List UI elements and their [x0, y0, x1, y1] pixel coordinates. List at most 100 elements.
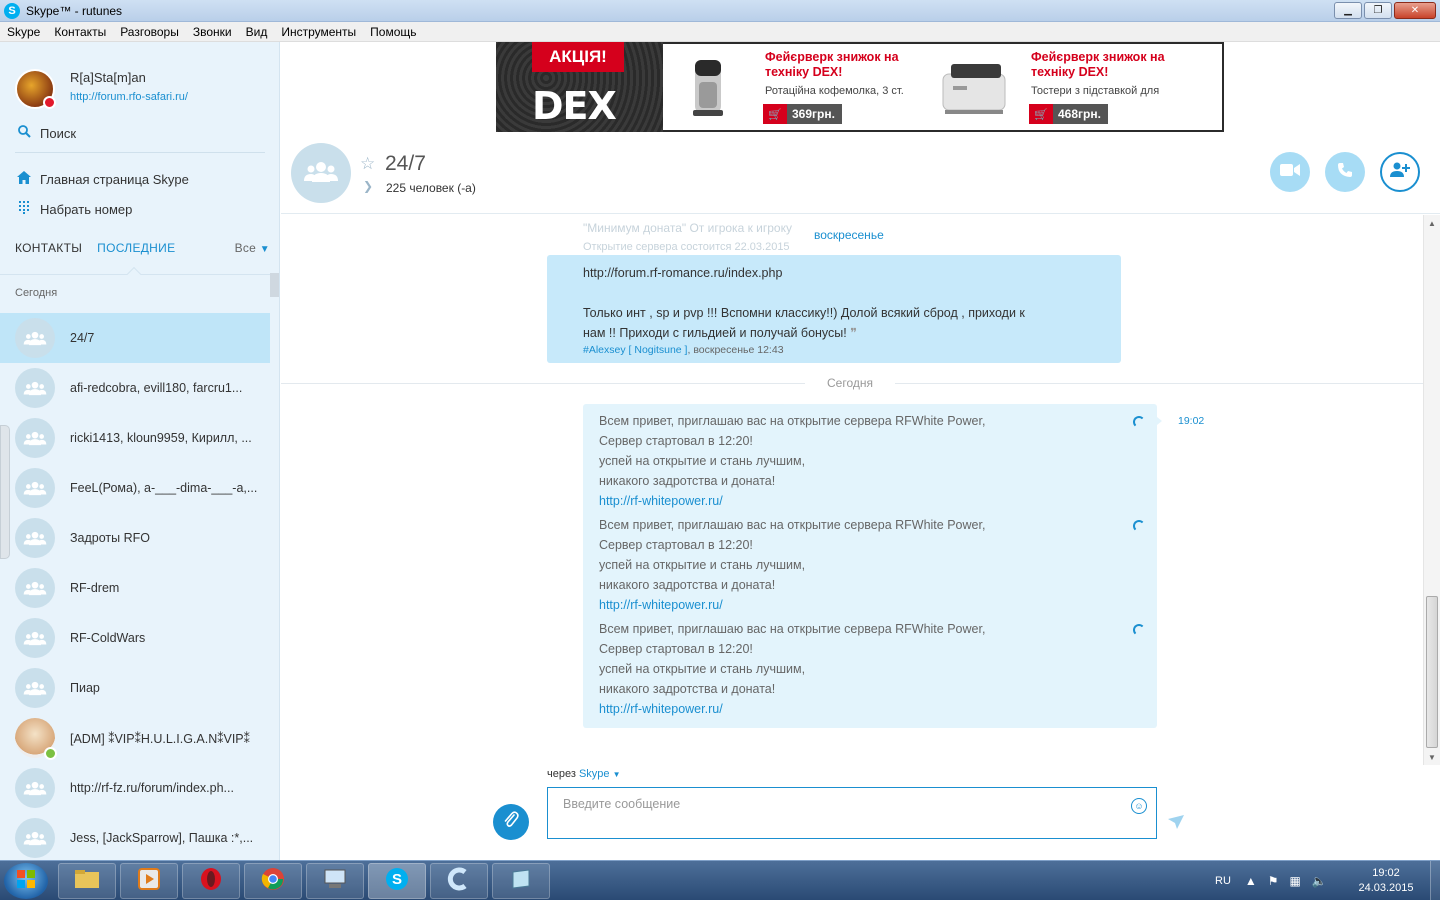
- video-call-button[interactable]: [1270, 152, 1310, 192]
- home-icon: [15, 171, 33, 187]
- flag-icon[interactable]: ⚑: [1268, 874, 1279, 888]
- skype-icon: S: [385, 867, 409, 896]
- system-clock[interactable]: 19:02 24.03.2015: [1352, 866, 1420, 896]
- menu-calls[interactable]: Звонки: [193, 25, 232, 39]
- filter-dropdown[interactable]: Все ▼: [235, 241, 270, 255]
- conversation-item[interactable]: RF-drem: [0, 563, 270, 613]
- taskbar-app[interactable]: [430, 863, 488, 899]
- member-count[interactable]: 225 человек (-а): [386, 181, 476, 195]
- group-avatar[interactable]: [291, 143, 351, 203]
- dial-number-link[interactable]: Набрать номер: [15, 201, 132, 217]
- profile-mood[interactable]: http://forum.rfo-safari.ru/: [70, 91, 188, 103]
- chrome-icon: [261, 867, 285, 896]
- conversation-item[interactable]: ricki1413, kloun9959, Кирилл, ...: [0, 413, 270, 463]
- send-via-selector[interactable]: через Skype ▼: [547, 768, 621, 780]
- message-link[interactable]: http://rf-whitepower.ru/: [599, 595, 1119, 615]
- show-desktop-button[interactable]: [1430, 861, 1440, 900]
- message-link[interactable]: http://rf-whitepower.ru/: [599, 699, 1119, 719]
- window-title: Skype™ - rutunes: [26, 3, 123, 18]
- group-icon: [15, 318, 55, 358]
- ad-banner[interactable]: АКЦІЯ! DEX Фейєрверк знижок на техніку D…: [496, 42, 1224, 132]
- conversation-item[interactable]: 24/7: [0, 313, 270, 363]
- taskbar-opera[interactable]: [182, 863, 240, 899]
- message-compose-box[interactable]: ☺: [547, 787, 1157, 839]
- profile-name[interactable]: R[a]Sta[m]an: [70, 70, 146, 85]
- tab-recent[interactable]: ПОСЛЕДНИЕ: [97, 241, 175, 255]
- message[interactable]: Всем привет, приглашаю вас на открытие с…: [599, 619, 1119, 719]
- conversation-item[interactable]: afi-redcobra, evill180, farcru1...: [0, 363, 270, 413]
- message-history[interactable]: "Минимум доната" От игрока к игроку Откр…: [281, 215, 1423, 765]
- tab-contacts[interactable]: КОНТАКТЫ: [15, 241, 82, 255]
- conversation-item[interactable]: RF-ColdWars: [0, 613, 270, 663]
- sidebar-collapse-handle[interactable]: [0, 425, 10, 559]
- favorite-star-icon[interactable]: ☆: [360, 154, 375, 174]
- taskbar-chrome[interactable]: [244, 863, 302, 899]
- message-bubble-outgoing[interactable]: Всем привет, приглашаю вас на открытие с…: [583, 404, 1157, 728]
- profile-avatar[interactable]: [15, 69, 56, 109]
- conversation-item[interactable]: http://rf-fz.ru/forum/index.ph...: [0, 763, 270, 813]
- group-icon: [15, 818, 55, 858]
- minimize-button[interactable]: ▁: [1334, 2, 1362, 19]
- media-player-icon: [138, 867, 160, 895]
- conversation-name: http://rf-fz.ru/forum/index.ph...: [70, 781, 234, 795]
- conversation-item[interactable]: FeeL(Рома), a-___-dima-___-a,...: [0, 463, 270, 513]
- menu-help[interactable]: Помощь: [370, 25, 416, 39]
- chevron-right-icon[interactable]: ❯: [363, 179, 373, 193]
- chevron-down-icon: ▼: [259, 244, 270, 255]
- close-button[interactable]: ✕: [1394, 2, 1436, 19]
- taskbar-explorer[interactable]: [58, 863, 116, 899]
- ad-price-tag[interactable]: 🛒 369грн.: [763, 104, 842, 124]
- via-service[interactable]: Skype: [579, 768, 610, 780]
- menu-tools[interactable]: Инструменты: [281, 25, 356, 39]
- skype-home-link[interactable]: Главная страница Skype: [15, 171, 189, 187]
- send-icon[interactable]: [1168, 815, 1184, 832]
- attach-button[interactable]: [493, 804, 529, 840]
- message-author[interactable]: #Alexsey [ Nogitsune ]: [583, 344, 687, 356]
- title-bar: S Skype™ - rutunes ▁ ❐ ✕: [0, 0, 1440, 22]
- taskbar-media-player[interactable]: [120, 863, 178, 899]
- scroll-thumb[interactable]: [1426, 596, 1438, 748]
- menu-conversations[interactable]: Разговоры: [120, 25, 179, 39]
- add-people-button[interactable]: [1380, 152, 1420, 192]
- menu-contacts[interactable]: Контакты: [54, 25, 106, 39]
- taskbar-notepad[interactable]: [492, 863, 550, 899]
- computer-icon: [323, 868, 347, 895]
- group-icon: [15, 568, 55, 608]
- voice-call-button[interactable]: [1325, 152, 1365, 192]
- tray-expand-icon[interactable]: ▲: [1245, 874, 1257, 888]
- message[interactable]: Всем привет, приглашаю вас на открытие с…: [599, 515, 1119, 615]
- message[interactable]: Всем привет, приглашаю вас на открытие с…: [599, 411, 1119, 511]
- message-meta: #Alexsey [ Nogitsune ], воскресенье 12:4…: [583, 343, 1085, 357]
- message-link[interactable]: http://rf-whitepower.ru/: [599, 491, 1119, 511]
- message-link[interactable]: http://forum.rf-romance.ru/index.php: [583, 263, 1085, 283]
- search-link[interactable]: Поиск: [15, 125, 76, 141]
- conversation-item[interactable]: Задроты RFO: [0, 513, 270, 563]
- conversation-item[interactable]: Пиар: [0, 663, 270, 713]
- network-icon[interactable]: ▦: [1290, 874, 1301, 888]
- group-icon: [15, 668, 55, 708]
- status-dnd-icon: [43, 96, 56, 109]
- volume-icon[interactable]: 🔈: [1312, 874, 1327, 888]
- emoticon-icon[interactable]: ☺: [1131, 798, 1147, 814]
- skype-app-icon[interactable]: S: [4, 2, 20, 19]
- taskbar-network-app[interactable]: [306, 863, 364, 899]
- cart-icon: 🛒: [1029, 104, 1053, 124]
- chat-scrollbar[interactable]: ▲ ▼: [1423, 215, 1440, 765]
- start-button[interactable]: [4, 863, 48, 899]
- language-indicator[interactable]: RU: [1215, 875, 1231, 887]
- menu-view[interactable]: Вид: [246, 25, 268, 39]
- scroll-up-arrow-icon[interactable]: ▲: [1424, 215, 1440, 231]
- scroll-down-arrow-icon[interactable]: ▼: [1424, 749, 1440, 765]
- ad-price-tag[interactable]: 🛒 468грн.: [1029, 104, 1108, 124]
- filter-label: Все: [234, 241, 257, 255]
- maximize-button[interactable]: ❐: [1364, 2, 1392, 19]
- ad-product[interactable]: Фейєрверк знижок на техніку DEX! Ротацій…: [663, 48, 928, 128]
- sidebar-scrollbar[interactable]: [270, 273, 279, 297]
- conversation-item[interactable]: Jess, [JackSparrow], Пашка :*,...: [0, 813, 270, 860]
- message-input[interactable]: [563, 797, 1103, 811]
- message-bubble[interactable]: http://forum.rf-romance.ru/index.php Тол…: [547, 255, 1121, 363]
- ad-product[interactable]: Фейєрверк знижок на техніку DEX! Тостери…: [929, 48, 1194, 128]
- menu-skype[interactable]: Skype: [7, 25, 40, 39]
- taskbar-skype[interactable]: S: [368, 863, 426, 899]
- conversation-item[interactable]: [ADM] ⁑VIP⁑H.U.L.I.G.A.N⁑VIP⁑: [0, 713, 270, 763]
